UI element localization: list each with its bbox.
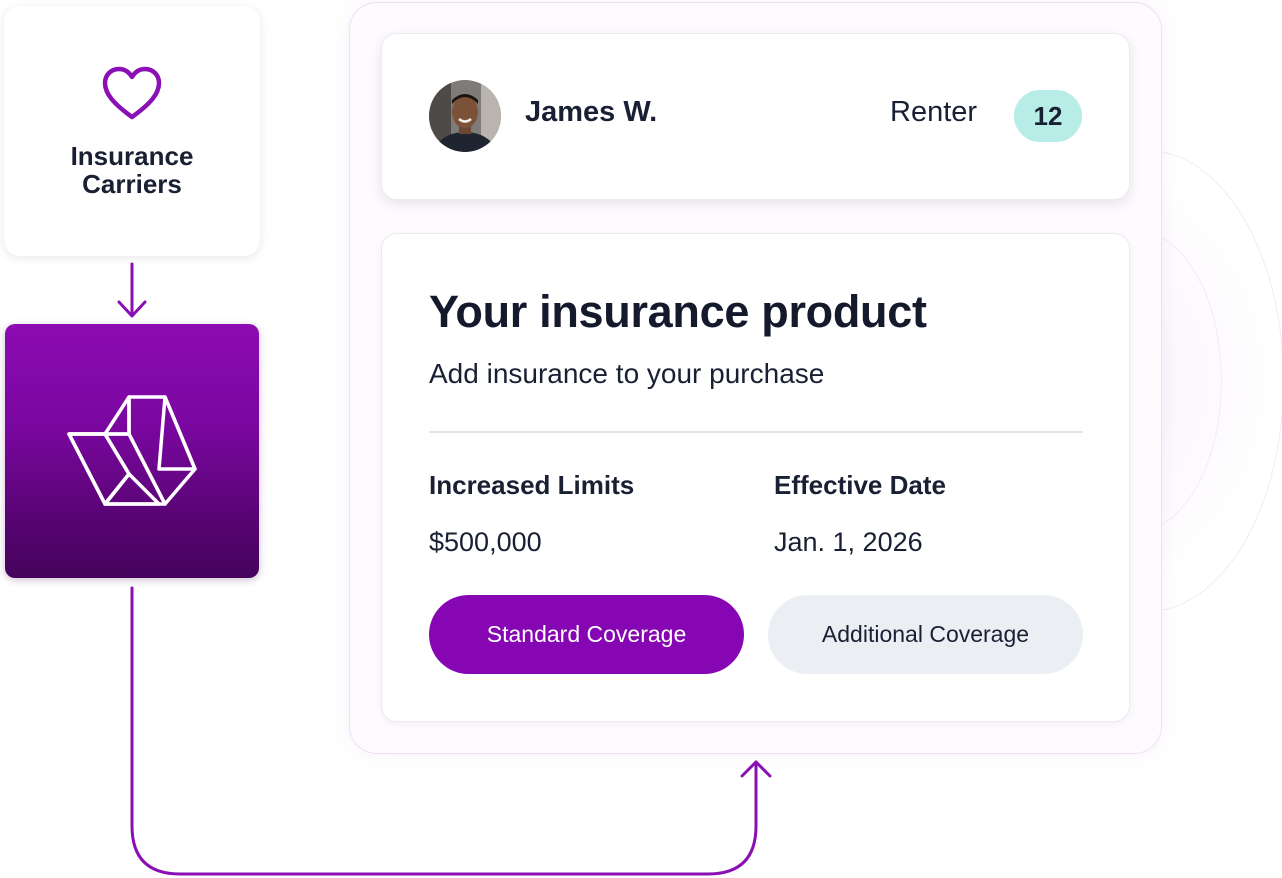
product-title: Your insurance product bbox=[429, 286, 927, 337]
user-name: James W. bbox=[525, 96, 658, 128]
effective-date-label: Effective Date bbox=[774, 470, 946, 500]
carrier-label: Insurance Carriers bbox=[70, 141, 194, 199]
product-subtitle: Add insurance to your purchase bbox=[429, 358, 825, 389]
insurance-product-card: Your insurance product Add insurance to … bbox=[381, 233, 1130, 722]
standard-coverage-button[interactable]: Standard Coverage bbox=[429, 595, 744, 674]
user-card: James W. Renter 12 bbox=[381, 33, 1130, 200]
effective-date-value: Jan. 1, 2026 bbox=[774, 527, 923, 557]
additional-coverage-button[interactable]: Additional Coverage bbox=[768, 595, 1083, 674]
divider bbox=[429, 431, 1083, 433]
arrow-down-icon bbox=[117, 262, 147, 318]
insurance-carriers-card: Insurance Carriers bbox=[4, 6, 260, 256]
user-role: Renter bbox=[890, 96, 978, 128]
heart-icon bbox=[102, 66, 162, 120]
platform-logo-tile bbox=[5, 324, 259, 578]
isometric-logo-icon bbox=[67, 395, 197, 506]
count-badge: 12 bbox=[1014, 90, 1082, 142]
user-avatar-photo bbox=[429, 80, 501, 152]
limits-label: Increased Limits bbox=[429, 470, 635, 500]
limits-value: $500,000 bbox=[429, 527, 542, 557]
